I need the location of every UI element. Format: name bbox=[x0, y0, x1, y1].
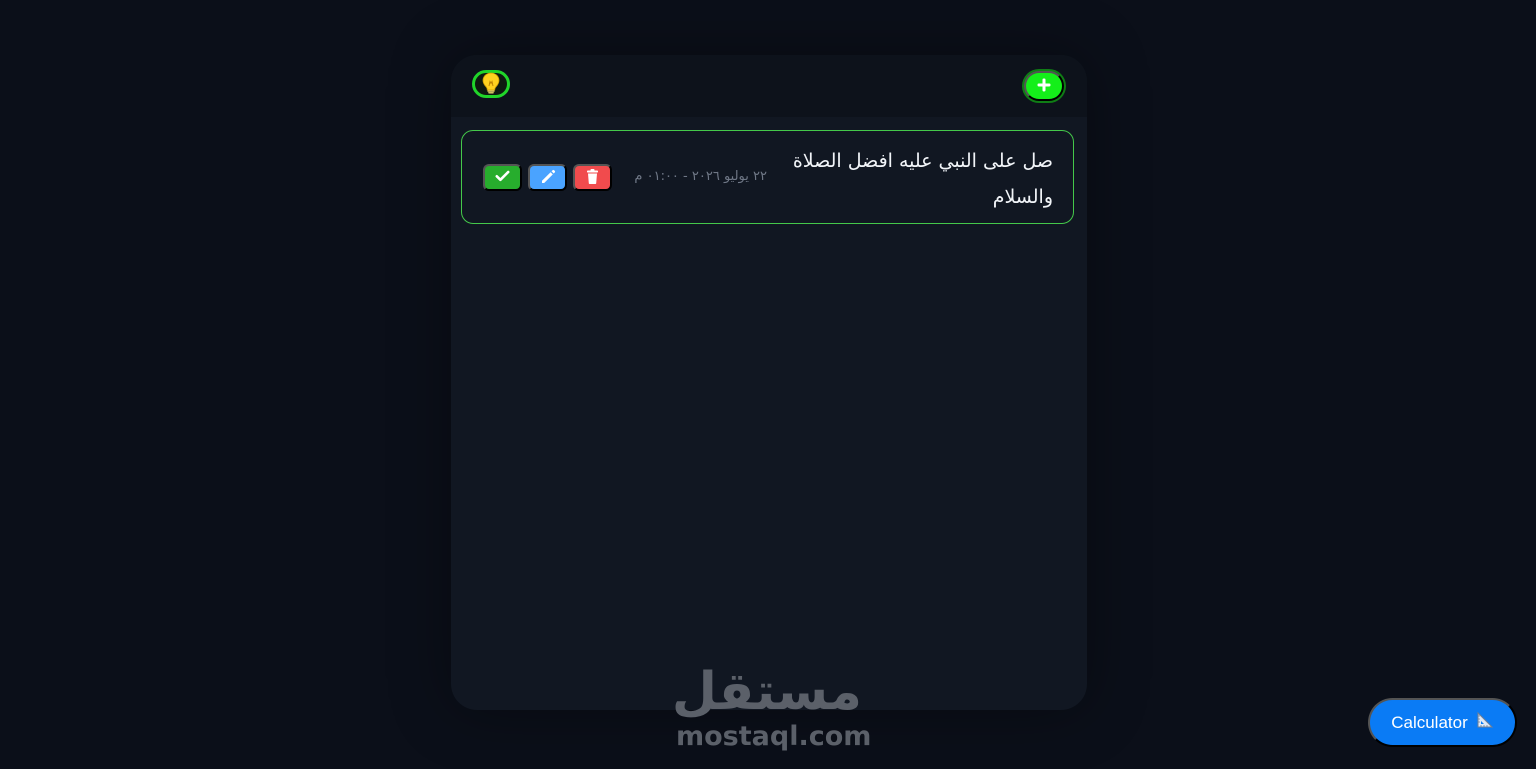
ruler-triangle-icon bbox=[1476, 711, 1494, 734]
trash-icon bbox=[586, 168, 599, 187]
add-task-button[interactable] bbox=[1024, 71, 1064, 101]
pencil-icon bbox=[540, 168, 556, 187]
task-card: صل على النبي عليه افضل الصلاة والسلام ٢٢… bbox=[461, 130, 1074, 224]
delete-task-button[interactable] bbox=[573, 164, 612, 191]
todo-panel: صل على النبي عليه افضل الصلاة والسلام ٢٢… bbox=[451, 55, 1087, 710]
watermark-arabic-logo: مستقل bbox=[671, 662, 862, 722]
task-text: صل على النبي عليه افضل الصلاة والسلام bbox=[792, 150, 1053, 208]
calculator-button[interactable]: Calculator bbox=[1368, 698, 1517, 747]
mostaql-watermark: مستقل mostaql.com bbox=[671, 662, 872, 756]
complete-task-button[interactable] bbox=[483, 164, 522, 191]
check-icon bbox=[495, 170, 510, 185]
task-date: ٢٢ يوليو ٢٠٢٦ - ٠١:٠٠ م bbox=[634, 169, 767, 184]
plus-icon bbox=[1036, 77, 1052, 96]
panel-header bbox=[451, 55, 1087, 117]
watermark-domain: mostaql.com bbox=[676, 721, 872, 752]
edit-task-button[interactable] bbox=[528, 164, 567, 191]
theme-toggle-button[interactable] bbox=[472, 70, 510, 98]
lightbulb-icon bbox=[482, 72, 500, 97]
calculator-label: Calculator bbox=[1391, 712, 1468, 732]
